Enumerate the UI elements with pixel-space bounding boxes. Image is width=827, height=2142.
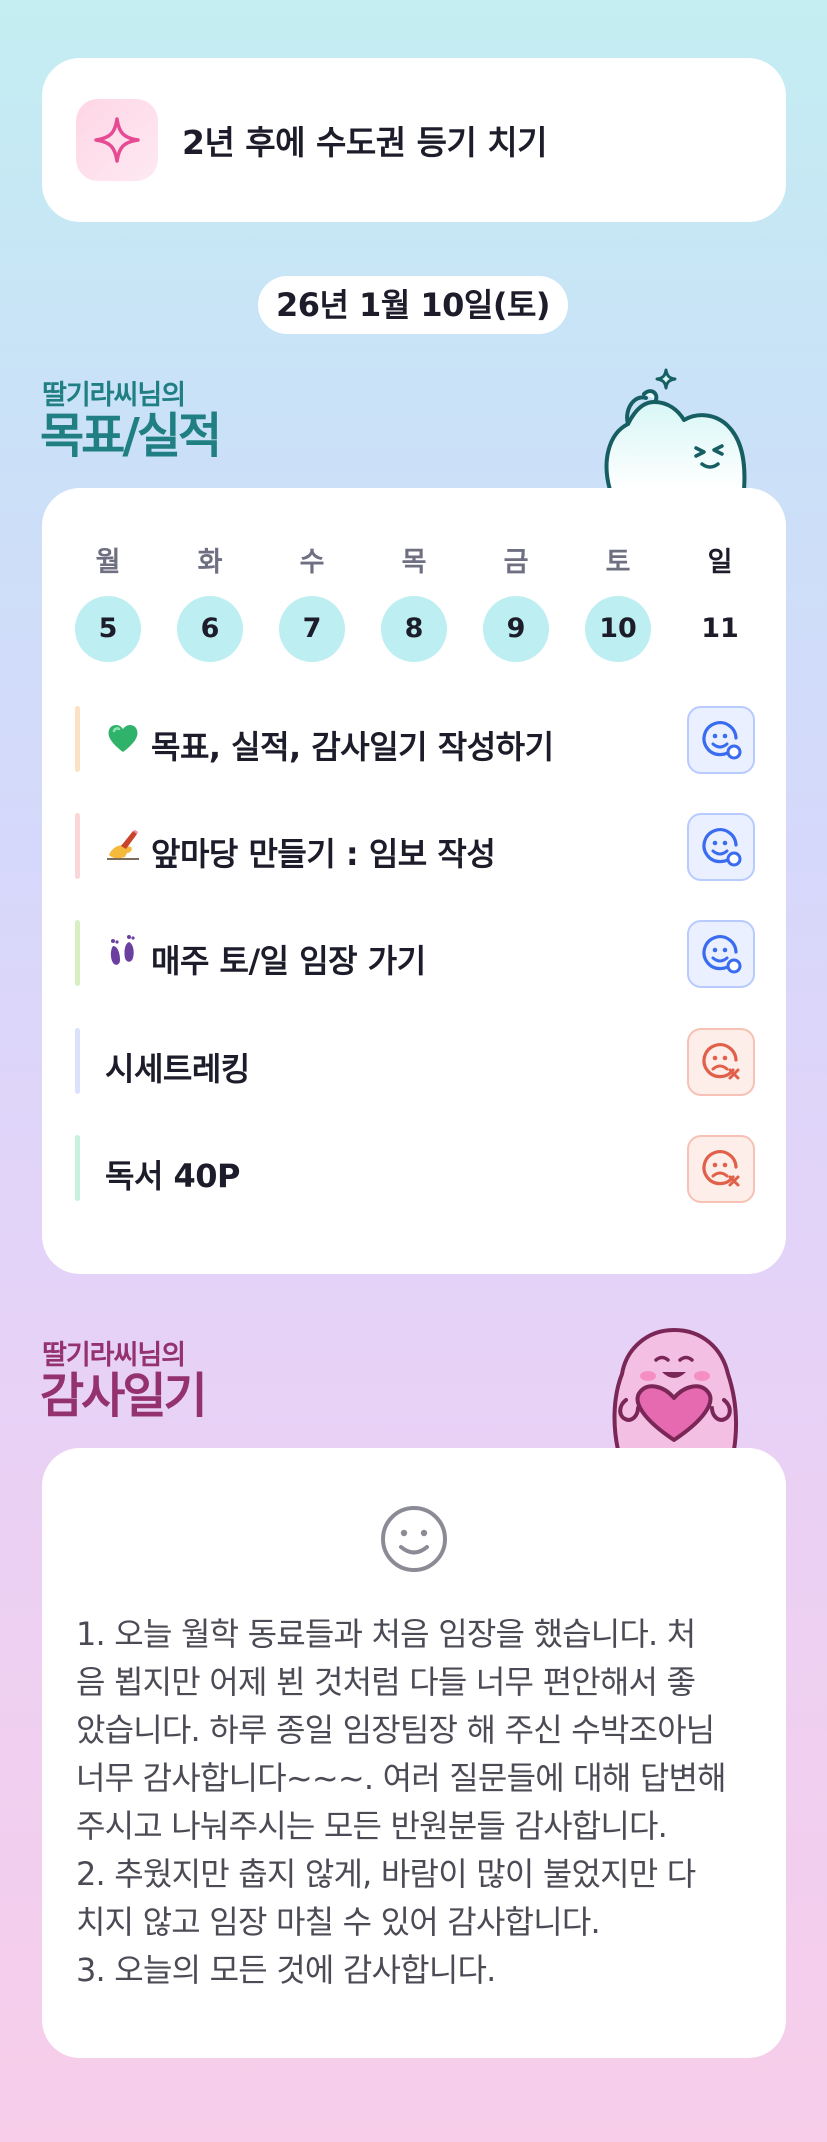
day-name: 수 [299,547,325,578]
day-sun[interactable]: 일 11 [687,540,753,662]
task-label: 앞마당 만들기 : 임보 작성 [151,835,496,873]
day-name: 금 [503,547,529,578]
task-row[interactable]: 독서 40P [75,1135,755,1203]
task-row[interactable]: 시세트레킹 [75,1028,755,1096]
task-color-bar [75,813,80,879]
sad-x-icon [702,1150,740,1187]
task-color-bar [75,706,80,772]
task-label: 매주 토/일 임장 가기 [151,942,426,980]
day-number: 11 [701,613,739,644]
task-color-bar [75,1028,80,1094]
sad-x-icon [702,1043,740,1080]
smile-check-icon [702,721,742,760]
task-label: 독서 40P [105,1157,241,1195]
day-number: 10 [585,596,651,662]
day-number: 9 [483,596,549,662]
task-label: 목표, 실적, 감사일기 작성하기 [151,728,554,766]
goal-title: 2년 후에 수도권 등기 치기 [182,123,548,162]
day-wed[interactable]: 수 7 [279,540,345,662]
footprints-icon [110,935,135,965]
task-color-bar [75,1135,80,1201]
day-name: 토 [605,547,631,578]
goal-card[interactable]: 2년 후에 수도권 등기 치기 [42,58,786,222]
status-button-achieved[interactable] [687,706,755,774]
sparkle-icon [94,117,140,163]
heart-mascot [612,1328,738,1450]
day-sat[interactable]: 토 10 [585,540,651,662]
date-pill[interactable]: 26년 1월 10일(토) [258,276,568,334]
task-color-bar [75,920,80,986]
smile-check-icon [702,828,742,867]
goal-icon-box [76,99,158,181]
task-row[interactable]: 앞마당 만들기 : 임보 작성 [75,813,755,881]
task-row[interactable]: 목표, 실적, 감사일기 작성하기 [75,706,755,774]
status-button-missed[interactable] [687,1028,755,1096]
day-name: 일 [707,547,733,578]
day-number: 7 [279,596,345,662]
day-number: 5 [75,596,141,662]
day-mon[interactable]: 월 5 [75,540,141,662]
week-card: 월 5 화 6 수 7 목 8 금 9 토 10 일 11 목표, 실적, 감사… [42,488,786,1274]
task-row[interactable]: 매주 토/일 임장 가기 [75,920,755,988]
day-name: 화 [197,547,223,578]
diary-text: 1. 오늘 월학 동료들과 처음 임장을 했습니다. 처 음 뵙지만 어제 뵌 … [76,1615,727,1989]
goals-section-title: 목표/실적 [40,408,222,464]
green-heart-icon [108,724,138,752]
day-thu[interactable]: 목 8 [381,540,447,662]
diary-card: 1. 오늘 월학 동료들과 처음 임장을 했습니다. 처 음 뵙지만 어제 뵌 … [42,1448,786,2058]
diary-section-title: 감사일기 [40,1368,208,1424]
day-tue[interactable]: 화 6 [177,540,243,662]
day-name: 목 [401,547,427,578]
day-number: 8 [381,596,447,662]
thinking-mascot [604,368,747,490]
status-button-achieved[interactable] [687,813,755,881]
day-fri[interactable]: 금 9 [483,540,549,662]
smile-check-icon [702,935,742,974]
day-number: 6 [177,596,243,662]
status-button-missed[interactable] [687,1135,755,1203]
task-label: 시세트레킹 [105,1050,250,1088]
day-name: 월 [95,547,121,578]
smile-icon [381,1506,447,1572]
status-button-achieved[interactable] [687,920,755,988]
writing-hand-icon [107,830,139,860]
